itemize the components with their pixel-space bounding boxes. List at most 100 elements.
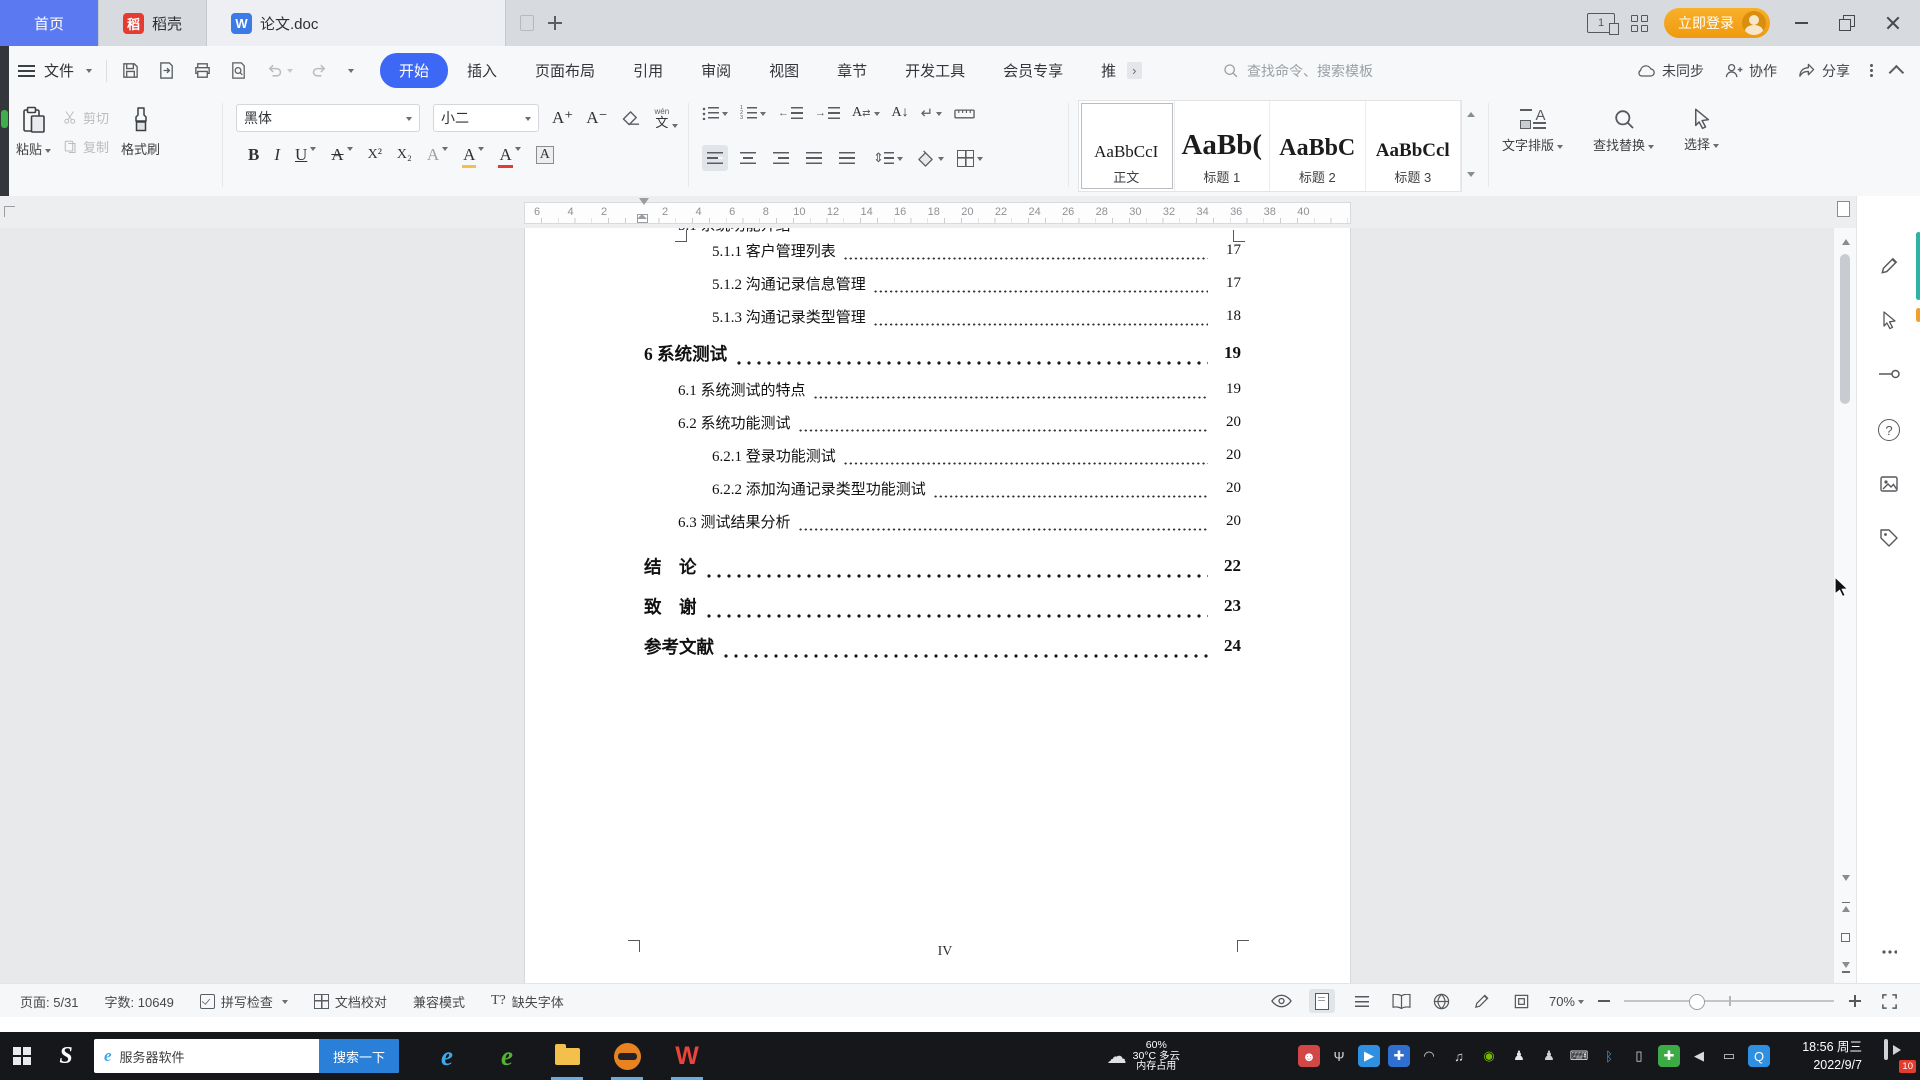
tab-document[interactable]: W 论文.doc (207, 0, 507, 46)
ruler-band[interactable]: 6 4 2 2 4 6 8 10 12 14 16 18 20 22 24 26 28 30 32 34 36 38 40 (524, 198, 1351, 224)
usb-tray-icon[interactable]: Ψ (1328, 1045, 1350, 1067)
doc-proof-button[interactable]: 文档校对 (313, 992, 387, 1011)
login-button[interactable]: 立即登录 (1664, 8, 1770, 38)
close-button[interactable] (1878, 8, 1908, 38)
scroll-up-icon[interactable] (1834, 232, 1857, 248)
measure-tool-button[interactable] (1871, 356, 1907, 392)
zoom-level-select[interactable]: 70% (1549, 994, 1584, 1009)
edit-pen-icon[interactable] (1469, 989, 1495, 1013)
help-button[interactable]: ? (1871, 412, 1907, 448)
word-count-status[interactable]: 字数: 10649 (105, 992, 174, 1011)
pinyin-guide-button[interactable]: wén 文 (655, 107, 679, 129)
hanging-indent-marker[interactable] (636, 214, 648, 223)
wifi-tray-icon[interactable]: ◠ (1418, 1045, 1440, 1067)
text-direction-button[interactable]: A ⇄ (852, 105, 880, 121)
minimize-button[interactable] (1786, 8, 1816, 38)
menu-tab-插入[interactable]: 插入 (448, 53, 516, 88)
scrollbar-thumb[interactable] (1840, 254, 1850, 404)
borders-button[interactable] (956, 149, 983, 167)
zoom-in-button[interactable] (1848, 994, 1862, 1008)
menu-tab-开始[interactable]: 开始 (380, 53, 449, 88)
align-right-button[interactable] (768, 145, 794, 171)
line-spacing-button[interactable]: ⇕ (873, 150, 903, 166)
increase-indent-button[interactable]: → (815, 107, 840, 119)
menu-tab-引用[interactable]: 引用 (614, 53, 682, 88)
eye-protect-icon[interactable] (1269, 989, 1295, 1013)
compat-mode-status[interactable]: 兼容模式 (413, 992, 465, 1011)
menu-tab-页面布局[interactable]: 页面布局 (516, 53, 614, 88)
new-tab-button[interactable] (542, 10, 568, 36)
font-name-select[interactable]: 黑体 (236, 104, 420, 132)
taskbar-search-button[interactable]: 搜索一下 (319, 1039, 399, 1073)
outline-view-icon[interactable] (1349, 989, 1375, 1013)
text-typeset-button[interactable]: 文字排版 (1502, 107, 1564, 154)
strikethrough-button[interactable]: A (331, 145, 353, 165)
justify-button[interactable] (801, 145, 827, 171)
taskbar-wps-icon[interactable]: W (667, 1032, 707, 1080)
restore-button[interactable] (1832, 8, 1862, 38)
phone-tray-icon[interactable]: ▯ (1628, 1045, 1650, 1067)
media-notification-icon[interactable]: 10 (1884, 1039, 1916, 1073)
para-mark-button[interactable]: ↵ (921, 104, 943, 122)
tab-docer[interactable]: 稻 稻壳 (99, 0, 208, 46)
superscript-button[interactable]: X² (368, 147, 382, 163)
grow-font-button[interactable]: A⁺ (552, 108, 573, 128)
customize-toolbar-icon[interactable] (348, 69, 355, 76)
antivirus-tray-icon[interactable]: ☻ (1298, 1045, 1320, 1067)
menu-overflow-button[interactable]: › (1127, 62, 1142, 79)
select-pointer-button[interactable] (1871, 302, 1907, 338)
tray-weather-memory[interactable]: ☁ 60% 30°C 多云 内存占用 (1107, 1039, 1180, 1073)
copy-button[interactable]: 复制 (63, 137, 109, 156)
style-item-正文[interactable]: AaBbCcI 正文 (1079, 101, 1175, 191)
scroll-down-icon[interactable] (1834, 872, 1857, 888)
taskbar-orange-app-icon[interactable] (607, 1032, 647, 1080)
shading-button[interactable] (916, 150, 944, 167)
cut-button[interactable]: 剪切 (63, 108, 109, 127)
sync-button[interactable]: 未同步 (1636, 61, 1704, 81)
app-grid-icon[interactable] (1631, 14, 1648, 32)
s-app-button[interactable]: S (44, 1032, 88, 1080)
redo-icon[interactable] (310, 61, 329, 80)
notification-tray-icon[interactable]: ♫ (1448, 1045, 1470, 1067)
vertical-scrollbar[interactable] (1833, 228, 1857, 983)
more-options-icon[interactable] (1870, 63, 1873, 78)
align-left-button[interactable] (702, 145, 728, 171)
fit-page-icon[interactable] (1509, 989, 1535, 1013)
find-replace-button[interactable]: 查找替换 (1593, 107, 1655, 154)
align-center-button[interactable] (735, 145, 761, 171)
menu-tab-会员专享[interactable]: 会员专享 (984, 53, 1082, 88)
shrink-font-button[interactable]: A⁻ (586, 108, 607, 128)
collaborate-button[interactable]: 协作 (1724, 61, 1777, 81)
ime-tray-icon[interactable]: ⌨ (1568, 1045, 1590, 1067)
taskbar-ie-icon[interactable]: e (427, 1032, 467, 1080)
volume-tray-icon[interactable]: ◀ (1688, 1045, 1710, 1067)
decrease-indent-button[interactable]: ← (778, 107, 803, 119)
menu-tab-审阅[interactable]: 审阅 (682, 53, 750, 88)
zoom-slider[interactable] (1624, 994, 1834, 1010)
tag-tool-button[interactable] (1871, 520, 1907, 556)
start-button[interactable] (0, 1032, 44, 1080)
select-tool-button[interactable]: 选择 (1684, 107, 1720, 154)
bold-button[interactable]: B (248, 145, 259, 165)
undo-button[interactable] (265, 61, 294, 80)
menu-tab-视图[interactable]: 视图 (750, 53, 818, 88)
collapse-ribbon-icon[interactable] (1888, 64, 1905, 81)
style-item-标题 3[interactable]: AaBbCcl 标题 3 (1366, 101, 1461, 191)
penguin-tray-icon[interactable]: ♟ (1508, 1045, 1530, 1067)
bullet-list-button[interactable] (702, 106, 728, 120)
previous-page-button[interactable] (1834, 896, 1857, 918)
health-tray-icon[interactable]: ✚ (1658, 1045, 1680, 1067)
bluetooth-tray-icon[interactable]: ᛒ (1598, 1045, 1620, 1067)
style-gallery-down-icon[interactable] (1464, 171, 1478, 181)
taskbar-browser360-icon[interactable]: e (487, 1032, 527, 1080)
format-painter-button[interactable]: 格式刷 (121, 105, 160, 158)
sort-button[interactable]: A↓ (892, 105, 909, 121)
annotate-pen-button[interactable] (1871, 248, 1907, 284)
clear-format-icon[interactable] (621, 110, 642, 127)
print-preview-icon[interactable] (229, 61, 248, 80)
zoom-out-button[interactable] (1598, 1000, 1610, 1002)
tab-stops-icon[interactable] (954, 106, 975, 120)
book-view-icon[interactable] (1389, 989, 1415, 1013)
document-area[interactable]: 5.1 系统功能介绍175.1.1 客户管理列表175.1.2 沟通记录信息管理… (0, 228, 1920, 983)
media-player-tray-icon[interactable]: ▶ (1358, 1045, 1380, 1067)
